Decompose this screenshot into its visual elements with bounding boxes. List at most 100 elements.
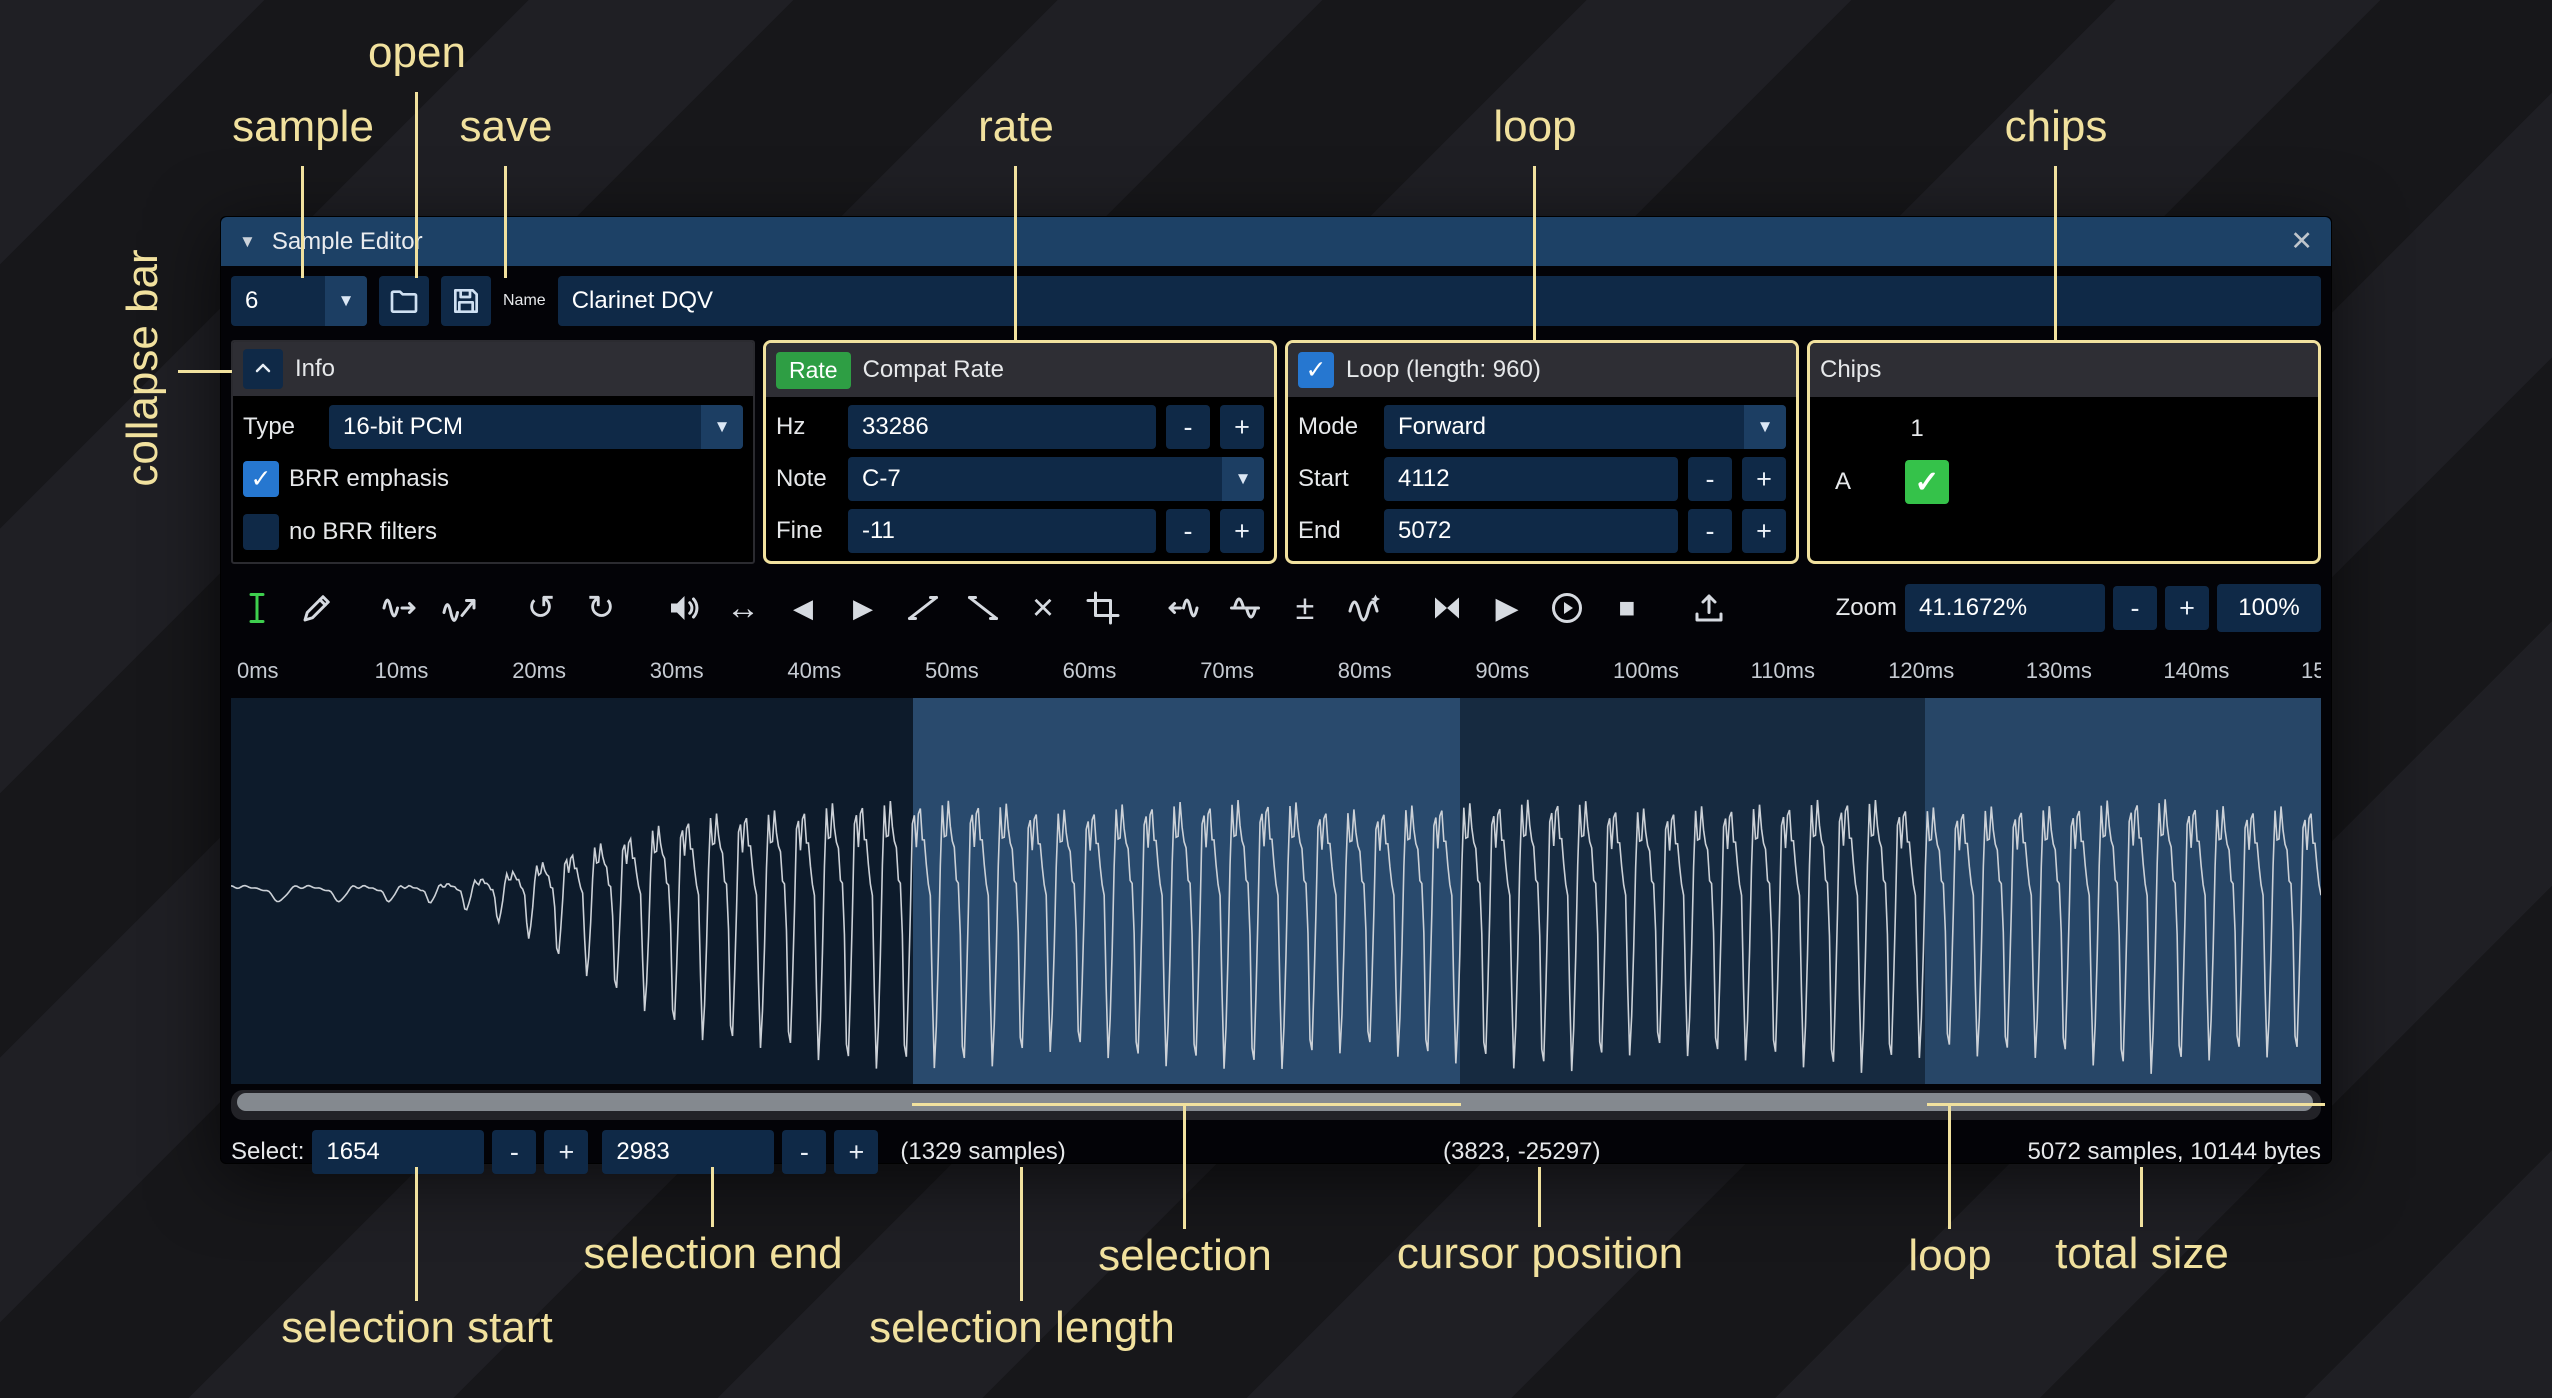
resample-button[interactable] [433, 582, 485, 634]
loop-mode-combo[interactable]: Forward ▼ [1384, 405, 1786, 449]
info-panel-header: Info [233, 342, 753, 396]
reverse-button[interactable] [1159, 582, 1211, 634]
zoom-controls: Zoom - + 100% [1836, 584, 2321, 632]
sign-button[interactable]: ± [1279, 582, 1331, 634]
select-tool-button[interactable] [231, 582, 283, 634]
insert-silence-button[interactable] [897, 582, 949, 634]
loop-end-input[interactable] [1384, 509, 1678, 553]
fine-input[interactable] [848, 509, 1156, 553]
selection-end-decrease-button[interactable]: - [782, 1130, 826, 1174]
waveform-plot [231, 698, 2321, 1084]
zoom-label: Zoom [1836, 594, 1897, 622]
window-close-button[interactable]: ✕ [2290, 226, 2313, 257]
filter-button[interactable] [1339, 582, 1391, 634]
invert-button[interactable] [1219, 582, 1271, 634]
loop-end-increase-button[interactable]: + [1742, 509, 1786, 553]
note-combo[interactable]: C-7 ▼ [848, 457, 1264, 501]
loop-checkbox[interactable]: ✓ [1298, 352, 1334, 388]
sample-type-value: 16-bit PCM [343, 413, 463, 441]
zoom-input[interactable] [1905, 584, 2105, 632]
floppy-icon [450, 285, 482, 317]
open-button[interactable] [379, 276, 429, 326]
play-circle-icon [1549, 590, 1585, 626]
annotation-selection-end-label: selection end [583, 1229, 842, 1279]
loop-mode-value: Forward [1398, 413, 1486, 441]
fade-out-button[interactable]: ▶ [837, 582, 889, 634]
chips-panel-title: Chips [1820, 356, 1881, 384]
redo-button[interactable]: ↻ [575, 582, 627, 634]
delete-button[interactable]: × [1017, 582, 1069, 634]
stop-button[interactable]: ■ [1601, 582, 1653, 634]
timeline-tick: 100ms [1613, 658, 1679, 684]
annotation-selection-start-label: selection start [281, 1303, 552, 1353]
zoom-out-button[interactable]: - [2113, 586, 2157, 630]
annotation-rate-label: rate [978, 102, 1054, 152]
rate-badge[interactable]: Rate [776, 352, 851, 389]
preview-button[interactable]: ▶ [1481, 582, 1533, 634]
hz-input[interactable] [848, 405, 1156, 449]
total-size-text: 5072 samples, 10144 bytes [2027, 1138, 2321, 1166]
loop-start-increase-button[interactable]: + [1742, 457, 1786, 501]
selection-start-decrease-button[interactable]: - [492, 1130, 536, 1174]
annotation-open-line [415, 92, 418, 278]
window-collapse-icon[interactable]: ▼ [239, 232, 256, 252]
annotation-chips-label: chips [2005, 102, 2108, 152]
chip-enable-checkbox[interactable]: ✓ [1905, 460, 1949, 504]
sample-selector[interactable]: 6 ▼ [231, 276, 367, 326]
draw-tool-button[interactable] [291, 582, 343, 634]
play-cursor-button[interactable] [1541, 582, 1593, 634]
filter-wave-icon [1347, 590, 1383, 626]
hz-decrease-button[interactable]: - [1166, 405, 1210, 449]
title-bar[interactable]: ▼ Sample Editor ✕ [221, 217, 2331, 266]
selection-end-increase-button[interactable]: + [834, 1130, 878, 1174]
zoom-in-button[interactable]: + [2165, 586, 2209, 630]
chevron-down-icon: ▼ [325, 276, 367, 326]
annotation-selection-length-label: selection length [869, 1303, 1175, 1353]
waveform-display[interactable] [231, 698, 2321, 1084]
save-button[interactable] [441, 276, 491, 326]
annotation-save-line [504, 166, 507, 278]
sample-type-combo[interactable]: 16-bit PCM ▼ [329, 405, 743, 449]
loop-panel-title: Loop (length: 960) [1346, 356, 1541, 384]
annotation-total-size-label: total size [2055, 1229, 2229, 1279]
timeline-tick: 130ms [2026, 658, 2092, 684]
fade-in-button[interactable]: ◀ [777, 582, 829, 634]
rate-panel-header: Rate Compat Rate [766, 343, 1274, 397]
pencil-icon [299, 590, 335, 626]
annotation-selection-length-line [1020, 1167, 1023, 1301]
loop-start-decrease-button[interactable]: - [1688, 457, 1732, 501]
timeline-tick: 150ms [2301, 658, 2321, 684]
name-label: Name [503, 292, 546, 310]
info-panel: Info Type 16-bit PCM ▼ ✓ BRR emphasis no… [231, 340, 755, 564]
chips-panel-header: Chips [1810, 343, 2318, 397]
chevron-down-icon: ▼ [701, 405, 743, 449]
timeline-tick: 140ms [2163, 658, 2229, 684]
hz-increase-button[interactable]: + [1220, 405, 1264, 449]
annotation-loop-line [1533, 166, 1536, 342]
apply-silence-button[interactable] [957, 582, 1009, 634]
upload-sample-button[interactable] [1683, 582, 1735, 634]
info-collapse-button[interactable] [243, 349, 283, 389]
brr-emphasis-checkbox[interactable]: ✓ [243, 461, 279, 497]
selection-start-increase-button[interactable]: + [544, 1130, 588, 1174]
undo-button[interactable]: ↺ [515, 582, 567, 634]
scrollbar-thumb[interactable] [237, 1093, 2313, 1111]
no-brr-filters-checkbox[interactable] [243, 514, 279, 550]
undo-icon: ↺ [527, 588, 556, 628]
selection-end-input[interactable] [602, 1130, 774, 1174]
zoom-reset-button[interactable]: 100% [2217, 584, 2321, 632]
amplify-button[interactable] [657, 582, 709, 634]
trim-button[interactable] [1077, 582, 1129, 634]
annotation-sample-line [301, 166, 304, 278]
stop-icon: ■ [1619, 592, 1636, 624]
loop-start-input[interactable] [1384, 457, 1678, 501]
loop-end-decrease-button[interactable]: - [1688, 509, 1732, 553]
selection-start-input[interactable] [312, 1130, 484, 1174]
crossfade-button[interactable] [1421, 582, 1473, 634]
fine-decrease-button[interactable]: - [1166, 509, 1210, 553]
normalize-button[interactable]: ↔ [717, 582, 769, 634]
crossfade-icon [1429, 590, 1465, 626]
timeline-ruler: 0ms10ms20ms30ms40ms50ms60ms70ms80ms90ms1… [231, 646, 2321, 698]
resize-button[interactable] [373, 582, 425, 634]
fine-increase-button[interactable]: + [1220, 509, 1264, 553]
